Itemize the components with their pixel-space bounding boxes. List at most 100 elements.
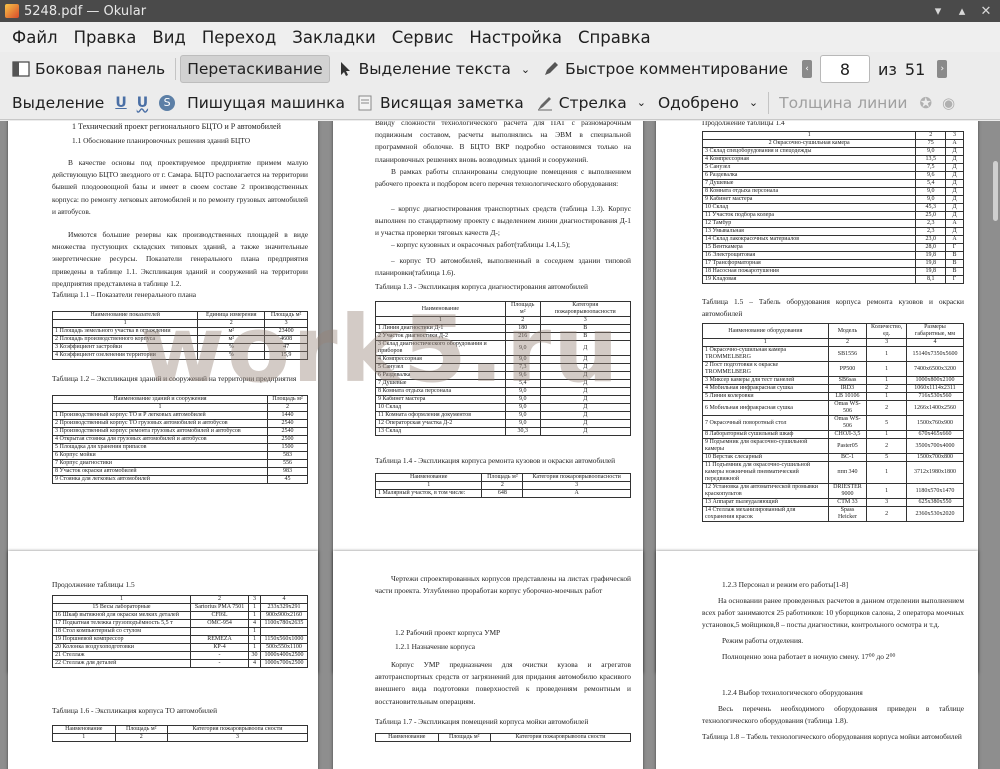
- previous-page-icon[interactable]: ‹: [802, 60, 812, 78]
- table-cell: 5,4: [504, 379, 541, 388]
- table-caption: Таблица 1.1 – Показатели генерального пл…: [52, 290, 197, 299]
- document-viewport[interactable]: 1 Технический проект регионального БЦТО …: [0, 121, 1000, 769]
- table-row: 9 Кабинет мастера 9,0 Д: [701, 195, 964, 204]
- menu-view[interactable]: Вид: [144, 28, 193, 47]
- table-row: 9 Кабинет мастера 9,0 Д: [375, 395, 632, 404]
- select-text-button[interactable]: Выделение текста ⌄: [330, 55, 536, 83]
- maximize-icon[interactable]: ▴: [952, 3, 972, 19]
- table-row: 8 Комната отдыха персонала 9,0 Д: [375, 387, 632, 396]
- table-caption: Таблица 1.7 - Экспликация помещений корп…: [375, 717, 589, 726]
- table-cell: 2540: [266, 419, 309, 428]
- annotation-toolbar: Выделение U U S Пишущая машинка Висящая …: [0, 86, 1000, 120]
- menu-bookmarks[interactable]: Закладки: [284, 28, 383, 47]
- quick-comment-label: Быстрое комментирование: [565, 60, 788, 78]
- menu-file[interactable]: Файл: [4, 28, 66, 47]
- table-row: 13 Умывальная 2,3 Д: [701, 227, 964, 236]
- table-row: 11 Комната оформления документов 9,0 Д: [375, 411, 632, 420]
- table-cell: Д: [945, 187, 964, 196]
- menu-tools[interactable]: Сервис: [384, 28, 462, 47]
- quick-comment-button[interactable]: Быстрое комментирование: [536, 55, 794, 83]
- table-row: 12 Установка для автоматической промывки…: [702, 483, 965, 499]
- close-icon[interactable]: ✕: [976, 3, 996, 19]
- arrow-button[interactable]: Стрелка ⌄: [530, 89, 652, 117]
- strikeout-icon[interactable]: S: [159, 94, 176, 111]
- color-palette-icon[interactable]: ✪: [919, 94, 932, 112]
- table-cell: 30,3: [504, 427, 541, 436]
- table-cell: 2: [114, 733, 168, 742]
- sidebar-icon: [12, 61, 30, 77]
- table-cell: Категория пожароврывоопасности: [539, 301, 632, 317]
- menu-settings[interactable]: Настройка: [461, 28, 570, 47]
- table-cell: 7,3: [504, 363, 541, 372]
- table-row: 3 Миксер камеры для тест панелей SB6sas 1 1…: [702, 376, 965, 385]
- drag-button[interactable]: Перетаскивание: [180, 55, 330, 83]
- table-cell: 4608: [264, 335, 308, 344]
- table-cell: Площадь м²: [264, 311, 308, 320]
- okular-window: 5248.pdf — Okular ▾ ▴ ✕ Файл Правка Вид …: [0, 0, 1000, 769]
- table-row: 3 Склад диагностического оборудования и …: [375, 340, 632, 356]
- table-cell: 16 Шкаф вытяжной для окраски мелких дета…: [52, 611, 191, 620]
- table-cell: 1: [52, 595, 191, 604]
- section-heading: 1.2.3 Персонал и режим его работы[1-8]: [722, 580, 849, 589]
- menu-edit[interactable]: Правка: [66, 28, 145, 47]
- scrollbar-thumb[interactable]: [993, 161, 998, 221]
- table-cell: Spass Heicker: [827, 506, 868, 522]
- chevron-down-icon[interactable]: ⌄: [637, 96, 646, 109]
- next-page-icon[interactable]: ›: [937, 60, 948, 78]
- list-item: – корпус ТО автомобилей, выполненный в с…: [375, 256, 631, 278]
- arrow-pen-icon: [537, 96, 552, 110]
- table-cell: 15,9: [264, 351, 308, 360]
- toolbar-separator: [175, 58, 177, 80]
- table-cell: 3: [166, 733, 309, 742]
- table-cell: В: [945, 267, 964, 276]
- squiggle-icon[interactable]: U: [137, 95, 148, 111]
- underline-icon[interactable]: U: [115, 95, 126, 111]
- table-cell: 4: [905, 338, 965, 347]
- stamp-button[interactable]: Одобрено ⌄: [652, 89, 764, 117]
- menu-help[interactable]: Справка: [570, 28, 659, 47]
- table-cell: 15 Венткамера: [701, 243, 917, 252]
- table-row: 1 Окрасочно-сушильная камера TROMMELBERG…: [702, 346, 965, 362]
- list-item: – корпус диагностирования транспортных с…: [375, 204, 631, 238]
- table-row: 11 Подъемник для окрасочно-сушильной кам…: [702, 461, 965, 484]
- sidebar-button[interactable]: Боковая панель: [6, 55, 171, 83]
- note-button[interactable]: Висящая заметка: [351, 89, 530, 117]
- table-cell: В: [945, 259, 964, 268]
- page-number-input[interactable]: 8: [820, 55, 870, 83]
- table-row: 1234: [52, 595, 309, 604]
- table-cell: 9,0: [504, 419, 541, 428]
- table-cell: 1: [866, 376, 907, 385]
- chevron-down-icon[interactable]: ⌄: [749, 96, 758, 109]
- table-cell: 14 Стеллаж механизированный для сохранен…: [702, 506, 829, 522]
- table-cell: Размеры габаритные, мм: [905, 323, 965, 339]
- table-row: Наименование Площадь м² Категория пожаровр…: [374, 473, 631, 482]
- table-cell: 7,5: [915, 163, 947, 172]
- toolbar-separator: [768, 91, 770, 114]
- title-bar: 5248.pdf — Okular ▾ ▴ ✕: [0, 0, 1000, 22]
- table-row: Наименование Площадь м² Категория пожаровр…: [52, 725, 309, 734]
- table-cell: 15140х7350х5600: [905, 346, 965, 362]
- vertical-scrollbar[interactable]: [990, 121, 1000, 769]
- table-cell: 5 Площадка для хранения припасов: [52, 443, 268, 452]
- menu-go[interactable]: Переход: [194, 28, 284, 47]
- table-cell: 19 Кладовая: [701, 275, 917, 284]
- opacity-icon[interactable]: ◉: [942, 94, 955, 112]
- table-cell: 1: [52, 403, 268, 412]
- table-cell: Д: [945, 203, 964, 212]
- table-cell: 5,4: [915, 179, 947, 188]
- typewriter-button[interactable]: Пишущая машинка: [181, 89, 351, 117]
- highlight-button[interactable]: Выделение: [6, 89, 110, 117]
- line-width-button[interactable]: Толщина линии: [773, 89, 913, 117]
- minimize-icon[interactable]: ▾: [928, 3, 948, 19]
- chevron-down-icon[interactable]: ⌄: [521, 63, 530, 76]
- table-cell: СТМ 33: [827, 498, 868, 507]
- table-cell: 14 Склад лакокрасочных материалов: [701, 235, 917, 244]
- table-row: 1 Малярный участок, в том числе: 648 А: [374, 489, 631, 498]
- table-cell: Paster05: [827, 438, 868, 454]
- table-cell: 9,0: [504, 411, 541, 420]
- table-1-5-continued: 1 2 3 4 15 Весы лабораторные Sartorius PMA 75…: [52, 595, 309, 668]
- table-row: 2 Производственный корпус ТО грузовых ав…: [52, 419, 309, 428]
- table-cell: 1: [248, 643, 261, 652]
- table-cell: 1: [866, 346, 907, 362]
- table-caption: Таблица 1.4 - Экспликация корпуса ремонт…: [375, 456, 616, 465]
